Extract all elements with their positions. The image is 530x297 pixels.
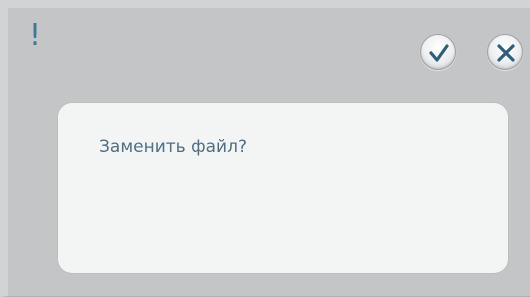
confirm-dialog: ! Заменить файл? — [0, 0, 530, 297]
exclamation-icon: ! — [29, 18, 42, 53]
check-icon — [429, 44, 449, 62]
message-panel: Заменить файл? — [58, 103, 508, 273]
confirm-button[interactable] — [420, 34, 456, 70]
cancel-button[interactable] — [487, 34, 523, 70]
close-icon — [497, 44, 515, 62]
dialog-message: Заменить файл? — [99, 137, 247, 157]
